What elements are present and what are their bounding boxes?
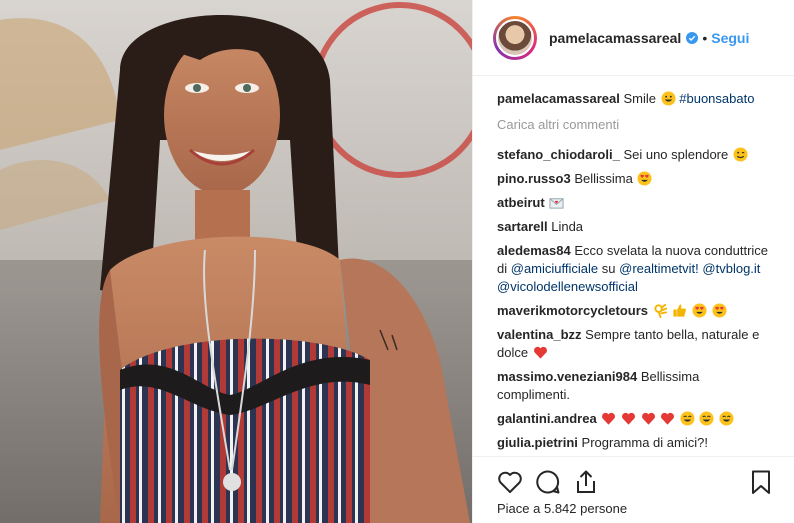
- comment-username[interactable]: valentina_bzz: [497, 327, 582, 342]
- comment-text: Bellissima: [574, 171, 633, 186]
- post-sidebar: pamelacamassareal • Segui pamelacamassar…: [472, 0, 794, 523]
- ok-hand-emoji-icon: [654, 303, 667, 318]
- comment-item: pino.russo3 Bellissima: [497, 170, 774, 188]
- comment-username[interactable]: maverikmotorcycletours: [497, 303, 648, 318]
- grin-emoji-icon: [719, 411, 734, 426]
- follow-button[interactable]: Segui: [711, 30, 749, 46]
- comment-username[interactable]: aledemas84: [497, 243, 571, 258]
- heart-eyes-emoji-icon: [637, 171, 652, 186]
- comment-item: aledemas84 Ecco svelata la nuova condutt…: [497, 242, 774, 296]
- grinning-emoji-icon: [661, 91, 676, 106]
- comment-item: atbeirut: [497, 194, 774, 212]
- instagram-post: pamelacamassareal • Segui pamelacamassar…: [0, 0, 794, 523]
- load-more-comments[interactable]: Carica altri commenti: [497, 116, 774, 134]
- avatar-image: [496, 18, 534, 57]
- caption-username[interactable]: pamelacamassareal: [497, 91, 620, 106]
- comment-username[interactable]: giulia.pietrini: [497, 435, 578, 450]
- comment-icon[interactable]: [535, 469, 561, 495]
- caption: pamelacamassareal Smile #buonsabato: [497, 90, 774, 108]
- profile-avatar[interactable]: [493, 15, 537, 60]
- grin-emoji-icon: [680, 411, 695, 426]
- comment-text-2: su: [601, 261, 616, 276]
- red-heart-emoji-icon: [641, 412, 655, 425]
- caption-text: Smile: [623, 91, 657, 106]
- header-username[interactable]: pamelacamassareal: [549, 30, 681, 46]
- red-heart-emoji-icon: [602, 412, 616, 425]
- comment-text: Linda: [551, 219, 584, 234]
- comment-item: giulia.pietrini Programma di amici?!: [497, 434, 774, 452]
- bookmark-icon[interactable]: [748, 469, 774, 495]
- grin-emoji-icon: [699, 411, 714, 426]
- comment-item: maverikmotorcycletours: [497, 302, 774, 320]
- comment-item: massimo.veneziani984 Bellissima complime…: [497, 368, 774, 404]
- comment-username[interactable]: galantini.andrea: [497, 411, 597, 426]
- selfie-image: [0, 0, 472, 523]
- mention-link[interactable]: @amiciufficiale: [511, 261, 598, 276]
- wink-emoji-icon: [733, 147, 748, 162]
- comments-list[interactable]: pamelacamassareal Smile #buonsabato Cari…: [473, 76, 794, 456]
- separator-dot: •: [702, 29, 708, 46]
- heart-icon[interactable]: [497, 469, 523, 495]
- post-photo[interactable]: [0, 0, 472, 523]
- comment-username[interactable]: atbeirut: [497, 195, 545, 210]
- action-bar: [497, 469, 774, 495]
- comment-username[interactable]: pino.russo3: [497, 171, 571, 186]
- post-header: pamelacamassareal • Segui: [473, 0, 794, 76]
- red-heart-emoji-icon: [621, 412, 635, 425]
- thumbs-up-emoji-icon: [673, 304, 687, 317]
- comment-item: galantini.andrea: [497, 410, 774, 428]
- share-icon[interactable]: [573, 469, 599, 495]
- heart-eyes-emoji-icon: [692, 303, 707, 318]
- caption-hashtag[interactable]: #buonsabato: [679, 91, 754, 106]
- comment-username[interactable]: massimo.veneziani984: [497, 369, 637, 384]
- post-footer: Piace a 5.842 persone: [473, 456, 794, 523]
- mention-link[interactable]: @realtimetvit!: [619, 261, 699, 276]
- love-letter-emoji-icon: [549, 198, 564, 209]
- red-heart-emoji-icon: [661, 412, 675, 425]
- mention-link[interactable]: @tvblog.it: [702, 261, 760, 276]
- mention-link[interactable]: @vicolodellenewsofficial: [497, 279, 638, 294]
- likes-count[interactable]: Piace a 5.842 persone: [497, 501, 627, 516]
- verified-badge-icon: [686, 31, 699, 44]
- comment-text: Programma di amici?!: [581, 435, 708, 450]
- red-heart-emoji-icon: [533, 346, 547, 359]
- heart-eyes-emoji-icon: [711, 303, 727, 318]
- comment-item: stefano_chiodaroli_ Sei uno splendore: [497, 146, 774, 164]
- comment-username[interactable]: stefano_chiodaroli_: [497, 147, 620, 162]
- comment-item: valentina_bzz Sempre tanto bella, natura…: [497, 326, 774, 362]
- comment-username[interactable]: sartarell: [497, 219, 548, 234]
- comment-item: sartarell Linda: [497, 218, 774, 236]
- comment-text: Sei uno splendore: [623, 147, 729, 162]
